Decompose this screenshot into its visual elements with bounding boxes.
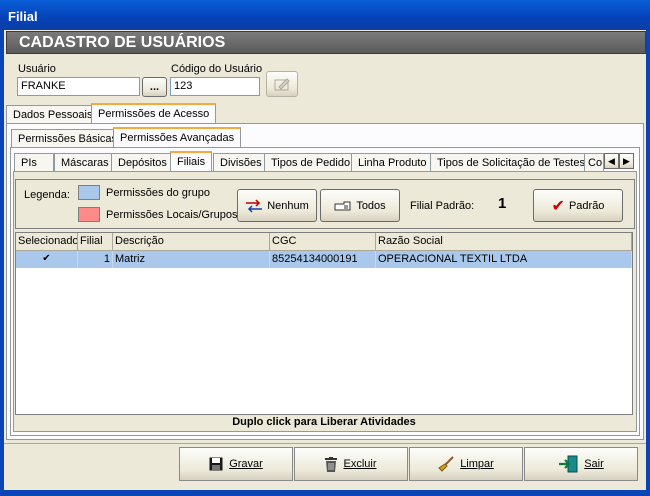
group-permission-swatch (78, 185, 100, 200)
filial-padrao-label: Filial Padrão: (410, 200, 475, 212)
filiais-grid[interactable]: Selecionado Filial Descrição CGC Razão S… (15, 232, 633, 415)
trash-can-icon (325, 456, 338, 472)
tab-linha-produto[interactable]: Linha Produto (351, 153, 434, 171)
limpar-button[interactable]: Limpar (409, 447, 523, 481)
window-client: CADASTRO DE USUÁRIOS Usuário FRANKE ... … (4, 30, 646, 490)
excluir-button[interactable]: Excluir (294, 447, 408, 481)
tab-depositos[interactable]: Depósitos (111, 153, 174, 171)
browse-user-button[interactable]: ... (142, 77, 167, 97)
local-permission-swatch (78, 207, 100, 222)
tab-permissoes-acesso[interactable]: Permissões de Acesso (91, 103, 217, 123)
gravar-label: Gravar (229, 458, 263, 470)
checkmark-icon: ✔ (551, 197, 565, 215)
sair-button[interactable]: Sair (524, 447, 638, 481)
tab-divisoes[interactable]: Divisões (213, 153, 269, 171)
group-permission-label: Permissões do grupo (106, 187, 210, 199)
limpar-label: Limpar (460, 458, 494, 470)
tab-scroll-left-button[interactable]: ◀ (604, 153, 619, 169)
tab-permissoes-basicas[interactable]: Permissões Básicas (11, 129, 125, 147)
tab-scroll-right-button[interactable]: ▶ (619, 153, 634, 169)
todos-button[interactable]: Todos (320, 189, 400, 222)
tab-tipos-solicitacao-testes[interactable]: Tipos de Solicitação de Testes (430, 153, 592, 171)
cell-cgc: 85254134000191 (270, 251, 376, 268)
local-permission-label: Permissões Locais/Grupos (106, 209, 238, 221)
tab-pis[interactable]: PIs (14, 153, 54, 171)
usuario-input[interactable]: FRANKE (17, 77, 140, 96)
column-header-selecionado[interactable]: Selecionado (16, 233, 78, 251)
nenhum-label: Nenhum (267, 199, 309, 212)
cell-filial: 1 (78, 251, 113, 268)
column-header-descricao[interactable]: Descrição (113, 233, 270, 251)
cell-descricao: Matriz (113, 251, 270, 268)
window-frame: CADASTRO DE USUÁRIOS Usuário FRANKE ... … (0, 30, 650, 496)
selecionado-checkbox[interactable]: ✔ (16, 251, 78, 268)
todos-label: Todos (356, 199, 386, 212)
tab-filiais[interactable]: Filiais (170, 151, 213, 171)
arrows-left-right-icon (246, 198, 263, 213)
grid-header-row: Selecionado Filial Descrição CGC Razão S… (16, 233, 632, 251)
filial-padrao-value: 1 (498, 195, 507, 212)
page-title: CADASTRO DE USUÁRIOS (6, 31, 646, 54)
padrao-label: Padrão (568, 199, 605, 212)
tab-co[interactable]: Co (584, 153, 604, 171)
window-title: Filial (8, 9, 38, 24)
column-header-razao-social[interactable]: Razão Social (376, 233, 632, 251)
table-row[interactable]: ✔ 1 Matriz 85254134000191 OPERACIONAL TE… (16, 251, 632, 268)
triangle-right-icon: ▶ (623, 155, 630, 166)
edit-icon (274, 78, 290, 91)
usuario-label: Usuário (18, 63, 56, 75)
excluir-label: Excluir (343, 458, 377, 470)
codigo-input[interactable]: 123 (170, 77, 260, 96)
grid-hint: Duplo click para Liberar Atividades (232, 416, 416, 428)
cell-razao-social: OPERACIONAL TEXTIL LTDA (376, 251, 632, 268)
legend-label: Legenda: (24, 189, 70, 201)
triangle-left-icon: ◀ (608, 155, 615, 166)
padrao-button[interactable]: ✔ Padrão (533, 189, 623, 222)
broom-icon (438, 456, 454, 472)
window-title-bar[interactable]: Filial (0, 0, 650, 30)
tab-mascaras[interactable]: Máscaras (54, 153, 116, 171)
floppy-disk-icon (209, 457, 223, 471)
column-header-cgc[interactable]: CGC (270, 233, 376, 251)
exit-door-icon (559, 455, 578, 473)
tab-permissoes-avancadas[interactable]: Permissões Avançadas (113, 127, 242, 147)
column-header-filial[interactable]: Filial (78, 233, 113, 251)
nenhum-button[interactable]: Nenhum (237, 189, 317, 222)
pointing-hand-icon (334, 201, 351, 210)
sair-label: Sair (584, 458, 604, 470)
gravar-button[interactable]: Gravar (179, 447, 293, 481)
tab-dados-pessoais[interactable]: Dados Pessoais (6, 105, 100, 123)
codigo-label: Código do Usuário (171, 63, 263, 75)
tab-tipos-pedido[interactable]: Tipos de Pedido (264, 153, 358, 171)
edit-user-button[interactable] (266, 71, 298, 97)
